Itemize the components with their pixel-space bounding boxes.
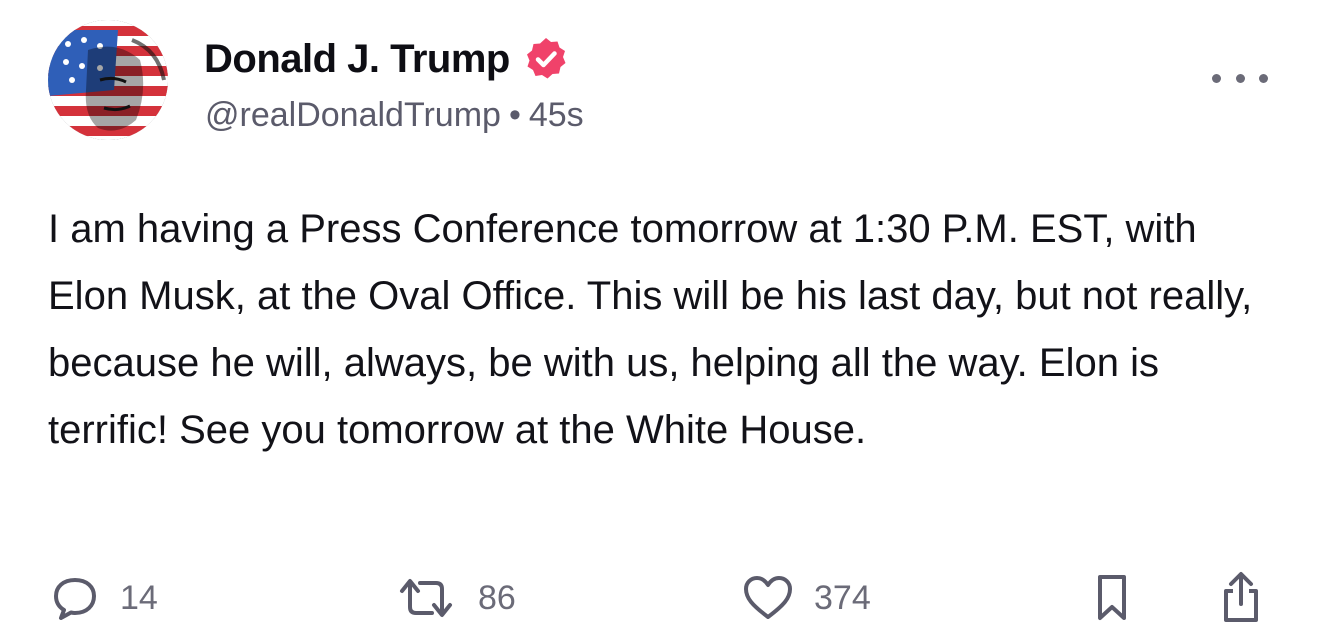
author-meta: @realDonaldTrump • 45s: [205, 96, 584, 135]
author-avatar[interactable]: [48, 20, 168, 140]
reply-icon: [54, 578, 96, 620]
repost-icon: [400, 579, 452, 617]
heart-icon: [744, 576, 792, 619]
bookmark-button[interactable]: [1092, 572, 1132, 624]
like-button[interactable]: 374: [742, 572, 871, 624]
avatar-image: [48, 20, 168, 140]
author-handle[interactable]: @realDonaldTrump: [205, 96, 501, 134]
more-dot-icon: [1259, 73, 1268, 83]
more-dot-icon: [1235, 73, 1245, 83]
post-timestamp[interactable]: 45s: [529, 96, 584, 134]
post-text: I am having a Press Conference tomorrow …: [48, 207, 1253, 452]
repost-count: 86: [478, 578, 516, 617]
verified-badge-icon: [526, 38, 566, 79]
repost-button[interactable]: 86: [394, 572, 516, 624]
share-icon: [1224, 572, 1258, 622]
meta-separator: •: [508, 96, 521, 134]
more-dot-icon: [1212, 73, 1221, 83]
more-options-button[interactable]: [1212, 64, 1268, 92]
author-name-row: Donald J. Trump: [204, 34, 570, 84]
reply-button[interactable]: 14: [50, 572, 158, 624]
like-count: 374: [814, 578, 871, 617]
share-button[interactable]: [1218, 572, 1264, 624]
author-display-name[interactable]: Donald J. Trump: [204, 37, 510, 82]
bookmark-icon: [1098, 575, 1126, 620]
reply-count: 14: [120, 578, 158, 617]
